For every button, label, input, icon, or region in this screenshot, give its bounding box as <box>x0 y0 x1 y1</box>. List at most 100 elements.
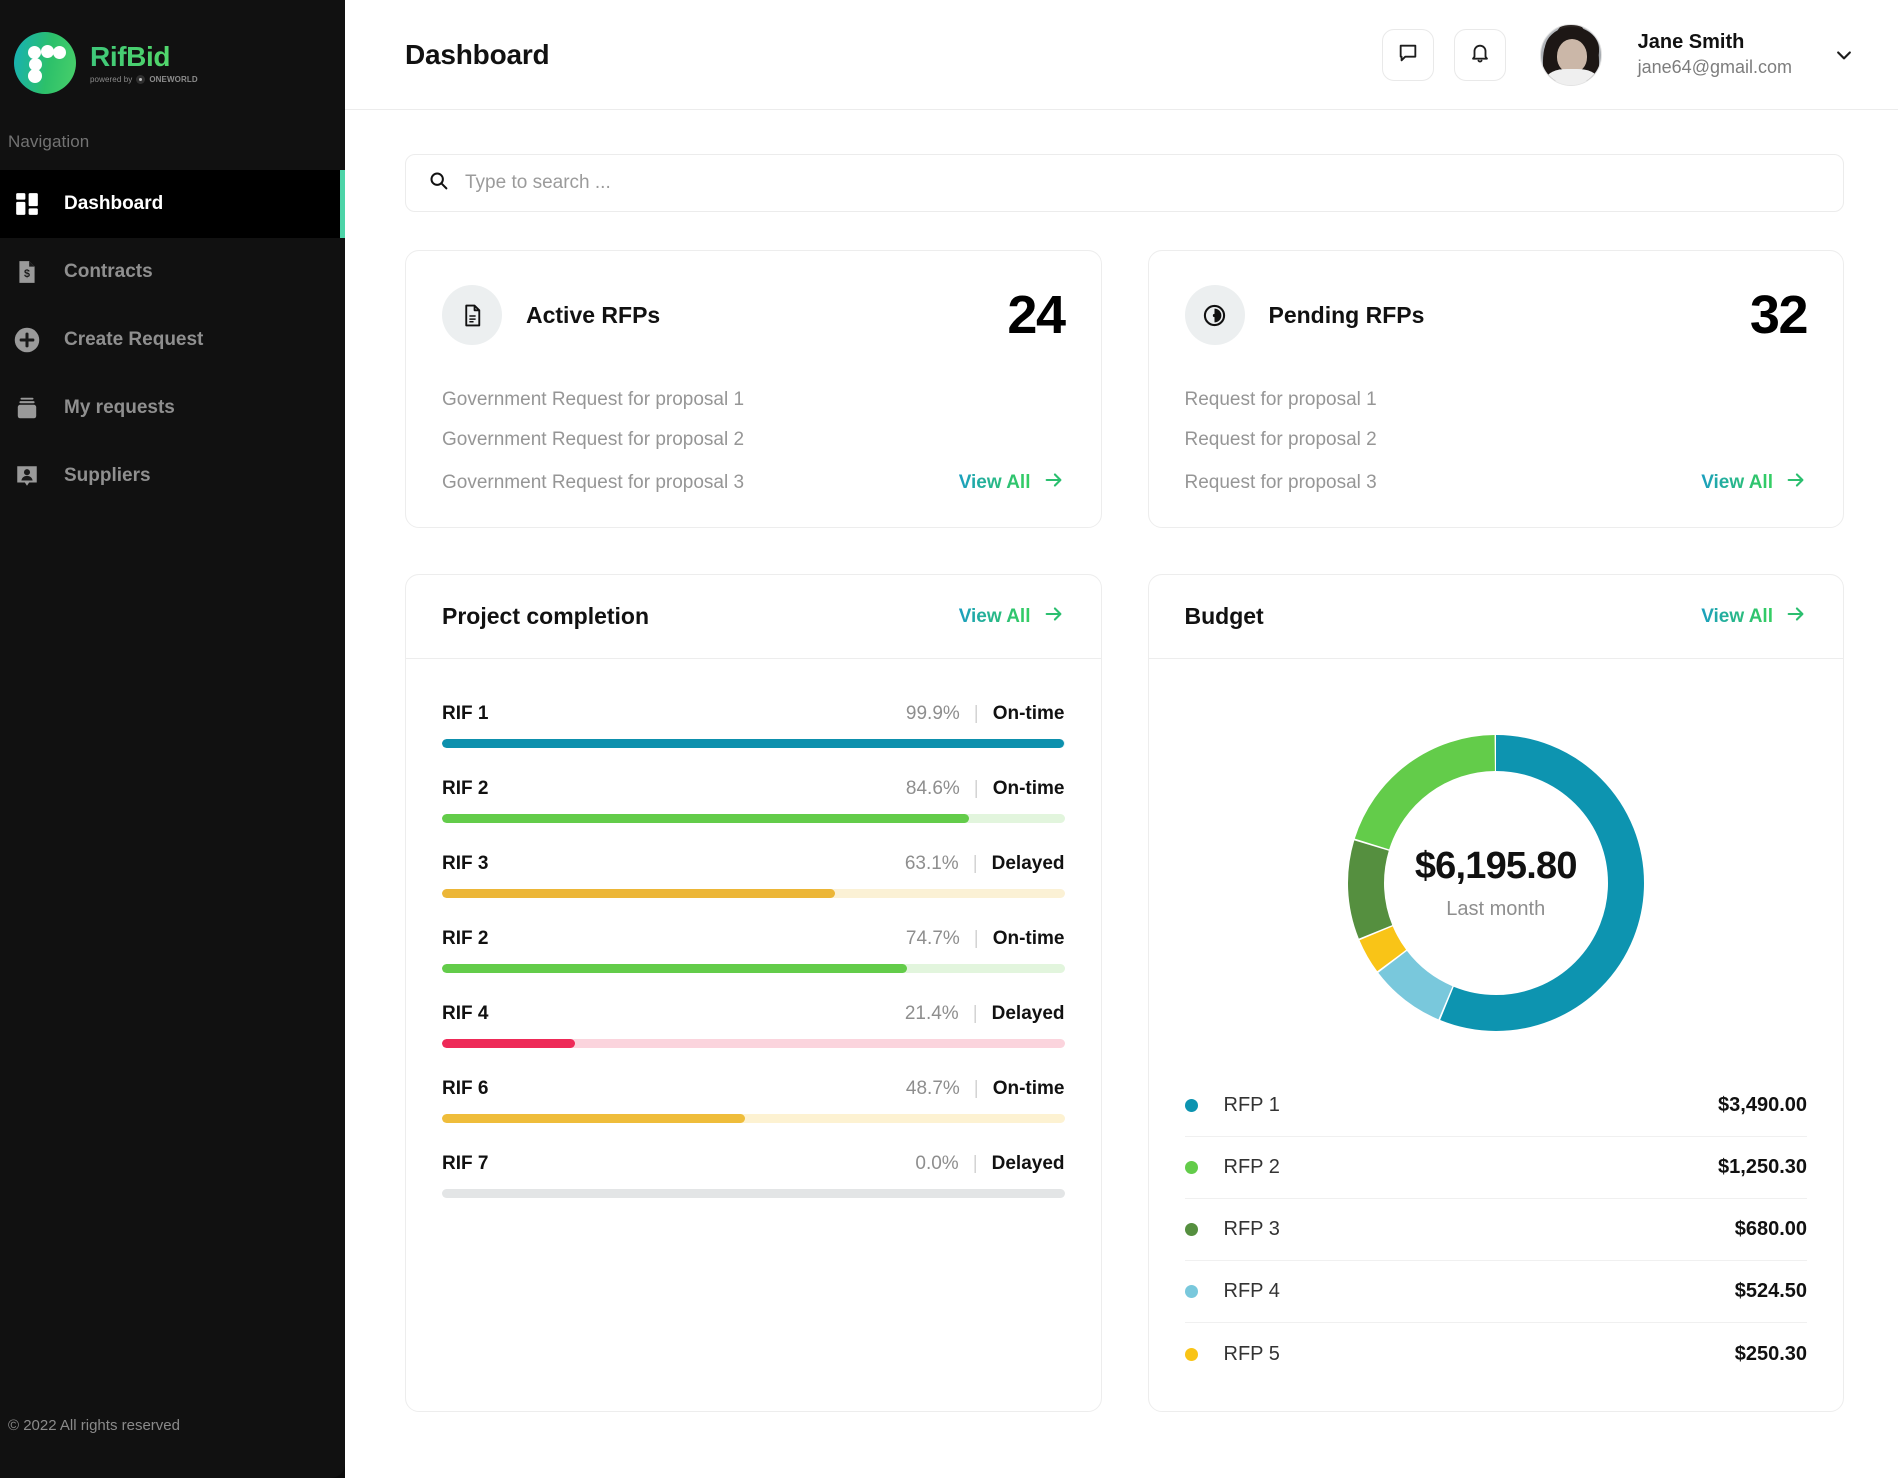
panel-header: Budget View All <box>1148 575 1843 659</box>
card-header: Active RFPs 24 <box>442 285 1066 345</box>
sidebar-item-contracts[interactable]: $ Contracts <box>0 238 345 306</box>
user-name: Jane Smith <box>1637 31 1745 54</box>
list-item-label: Government Request for proposal 1 <box>442 389 745 410</box>
legend-row[interactable]: RFP 5 $250.30 <box>1184 1323 1807 1385</box>
user-info[interactable]: Jane Smith jane64@gmail.com <box>1638 30 1792 79</box>
arrow-right-icon <box>1043 603 1065 631</box>
panel-header: Project completion View All <box>406 575 1101 659</box>
progress-row: RIF 2 84.6% | On-time <box>442 762 1065 837</box>
legend-row[interactable]: RFP 4 $524.50 <box>1184 1261 1807 1323</box>
arrow-right-icon <box>1043 469 1065 497</box>
progress-track <box>442 889 1065 898</box>
budget-legend: RFP 1 $3,490.00 RFP 2 $1,250.30 RFP 3 $680.00… <box>1184 1075 1807 1385</box>
list-item[interactable]: Government Request for proposal 2 <box>442 429 1065 451</box>
progress-row: RIF 4 21.4% | Delayed <box>442 987 1065 1062</box>
plus-circle-icon <box>10 323 44 357</box>
list-item-label: Government Request for proposal 2 <box>442 429 745 450</box>
sidebar-footer: © 2022 All rights reserved <box>8 1417 180 1434</box>
budget-card: Budget View All $6,195.80 Last month RFP… <box>1147 574 1844 1412</box>
chevron-down-icon[interactable] <box>1834 45 1854 65</box>
sidebar-nav: Dashboard $ Contracts Create Request My … <box>0 170 345 510</box>
view-all-budget-button[interactable]: View All <box>1701 603 1807 631</box>
progress-row-meta: 74.7% | On-time <box>906 928 1065 950</box>
progress-row-status: Delayed <box>991 1153 1065 1174</box>
legend-color-dot <box>1184 1347 1198 1361</box>
legend-color-dot <box>1184 1223 1198 1236</box>
progress-row: RIF 7 0.0% | Delayed <box>442 1137 1065 1212</box>
page-title: Dashboard <box>405 38 550 70</box>
user-email: jane64@gmail.com <box>1637 56 1792 77</box>
legend-color-dot <box>1184 1285 1198 1298</box>
progress-row-status: On-time <box>992 703 1065 724</box>
search-input[interactable] <box>465 172 1821 194</box>
list-item[interactable]: Request for proposal 2 <box>1185 429 1808 451</box>
sidebar-item-label: Create Request <box>64 329 204 350</box>
progress-row-name: RIF 3 <box>442 853 489 874</box>
progress-track <box>442 1189 1065 1198</box>
progress-fill <box>442 1039 576 1048</box>
dashboard-content: Active RFPs 24 Government Request for pr… <box>345 110 1898 1478</box>
search-bar[interactable] <box>405 154 1844 212</box>
view-all-pending-rfps-button[interactable]: View All <box>1701 469 1807 497</box>
project-completion-card: Project completion View All RIF 1 99.9% | O… <box>405 574 1102 1412</box>
progress-row-meta: 99.9% | On-time <box>906 703 1065 725</box>
sidebar-item-label: Suppliers <box>64 465 151 486</box>
legend-color-dot <box>1184 1161 1198 1174</box>
sidebar-item-my-requests[interactable]: My requests <box>0 374 345 442</box>
progress-fill <box>442 1114 746 1123</box>
progress-row-separator: | <box>972 1003 978 1024</box>
progress-row-separator: | <box>973 928 979 949</box>
legend-row[interactable]: RFP 1 $3,490.00 <box>1184 1075 1807 1137</box>
list-item[interactable]: Request for proposal 1 <box>1185 389 1808 411</box>
brand-logo[interactable]: RifBid powered by ONEWORLD <box>0 0 345 104</box>
progress-fill <box>442 814 969 823</box>
main-area: Dashboard Jane Smith jane64@gmail.com Ty… <box>345 0 1898 1478</box>
sidebar-item-dashboard[interactable]: Dashboard <box>0 170 345 238</box>
arrow-right-icon <box>1785 603 1807 631</box>
progress-row-percent: 74.7% <box>905 928 960 949</box>
grid-icon <box>10 187 44 221</box>
progress-row-meta: 84.6% | On-time <box>906 778 1065 800</box>
legend-label: RFP 5 <box>1223 1342 1280 1365</box>
progress-row-meta: 48.7% | On-time <box>906 1078 1065 1100</box>
progress-row: RIF 2 74.7% | On-time <box>442 912 1065 987</box>
list-item[interactable]: Government Request for proposal 3 View A… <box>442 469 1065 497</box>
progress-row-header: RIF 3 63.1% | Delayed <box>442 853 1065 875</box>
progress-row-separator: | <box>972 853 978 874</box>
legend-value: $1,250.30 <box>1718 1156 1807 1178</box>
sidebar-item-create-request[interactable]: Create Request <box>0 306 345 374</box>
view-all-active-rfps-button[interactable]: View All <box>959 469 1065 497</box>
legend-label: RFP 2 <box>1223 1156 1280 1178</box>
legend-value: $680.00 <box>1734 1218 1807 1240</box>
progress-fill <box>442 739 1064 748</box>
app-root: RifBid powered by ONEWORLD Navigation Da… <box>0 0 1898 1478</box>
progress-list: RIF 1 99.9% | On-time RIF 2 84.6% | On-time RIF … <box>406 659 1101 1238</box>
brand-text: RifBid powered by ONEWORLD <box>90 42 198 84</box>
list-item[interactable]: Request for proposal 3 View All <box>1185 469 1808 497</box>
oneworld-logo-icon <box>136 74 146 84</box>
notifications-button[interactable] <box>1453 28 1506 81</box>
budget-donut-chart: $6,195.80 Last month <box>1185 687 1808 1069</box>
avatar[interactable] <box>1539 23 1602 86</box>
powered-by-name: ONEWORLD <box>149 74 198 84</box>
legend-row[interactable]: RFP 3 $680.00 <box>1184 1199 1807 1261</box>
progress-row-header: RIF 4 21.4% | Delayed <box>442 1003 1065 1025</box>
legend-row[interactable]: RFP 2 $1,250.30 <box>1184 1137 1807 1199</box>
progress-row-status: On-time <box>992 778 1065 799</box>
view-all-project-completion-button[interactable]: View All <box>959 603 1065 631</box>
progress-row-separator: | <box>972 1153 978 1174</box>
progress-track <box>442 1114 1065 1123</box>
sidebar-item-suppliers[interactable]: Suppliers <box>0 442 345 510</box>
progress-row-percent: 84.6% <box>905 778 960 799</box>
nav-caption: Navigation <box>8 132 90 151</box>
card-list: Government Request for proposal 1 Govern… <box>442 389 1065 497</box>
progress-fill <box>442 964 907 973</box>
view-all-label: View All <box>958 472 1031 493</box>
messages-button[interactable] <box>1381 28 1434 81</box>
active-rfps-card: Active RFPs 24 Government Request for pr… <box>405 250 1102 528</box>
progress-track <box>442 1039 1065 1048</box>
list-item-label: Government Request for proposal 3 <box>442 472 745 493</box>
progress-row-status: Delayed <box>991 1003 1065 1024</box>
card-title: Active RFPs <box>526 301 661 328</box>
list-item[interactable]: Government Request for proposal 1 <box>442 389 1065 411</box>
